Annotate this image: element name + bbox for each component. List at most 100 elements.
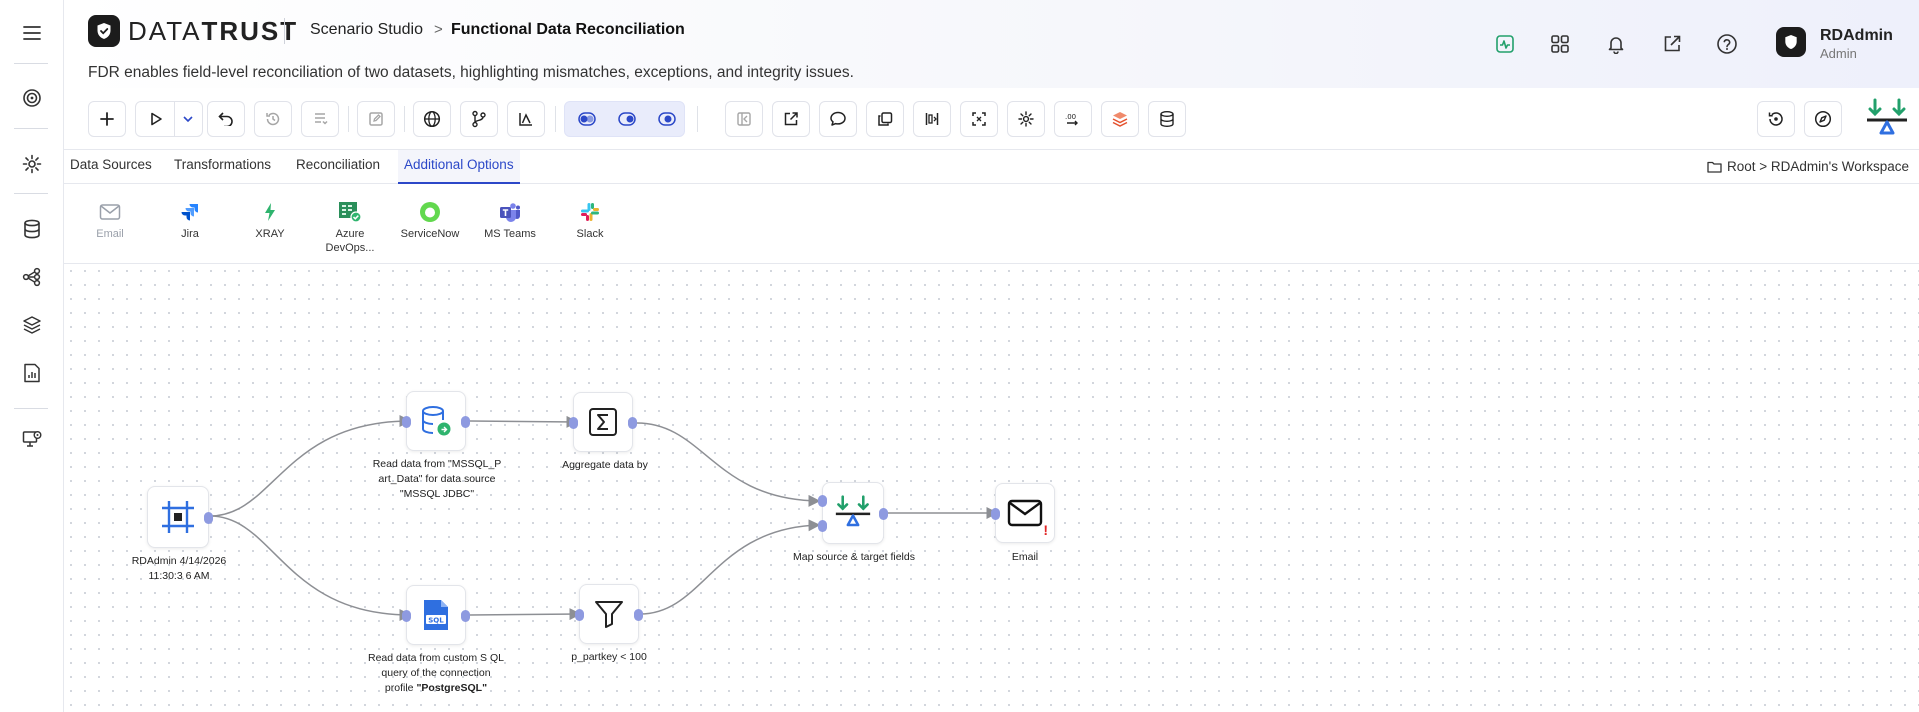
output-port[interactable] — [461, 416, 470, 428]
tab-transformations[interactable]: Transformations — [174, 157, 271, 184]
xray-icon — [258, 200, 282, 224]
tab-additional-options[interactable]: Additional Options — [398, 150, 520, 184]
compass-button[interactable] — [1804, 101, 1842, 137]
user-name[interactable]: RDAdmin — [1820, 27, 1893, 45]
toggle-left-icon[interactable] — [578, 111, 596, 132]
input-port[interactable] — [818, 495, 827, 507]
read-sql-node[interactable]: SQL — [402, 585, 470, 645]
filter-node[interactable] — [575, 584, 643, 644]
globe-button[interactable] — [413, 101, 451, 137]
gear-button[interactable] — [1007, 101, 1045, 137]
database-link-icon — [422, 406, 451, 436]
output-port[interactable] — [204, 512, 213, 524]
email-node-label: Email — [1011, 551, 1039, 563]
input-port[interactable] — [402, 416, 411, 428]
map-fields-node[interactable] — [818, 482, 888, 544]
transform-button[interactable]: .00 — [1054, 101, 1092, 137]
integration-label: MS Teams — [484, 228, 536, 240]
integration-slack[interactable]: Slack — [550, 200, 630, 241]
activity-icon[interactable] — [1491, 30, 1519, 58]
chart-button[interactable] — [507, 101, 545, 137]
menu-icon[interactable] — [16, 17, 48, 49]
help-icon[interactable] — [1713, 30, 1741, 58]
input-port[interactable] — [991, 508, 1000, 520]
toolbar-divider — [555, 106, 556, 132]
export-button[interactable] — [772, 101, 810, 137]
sigma-icon — [589, 408, 617, 436]
integration-email[interactable]: Email — [70, 200, 150, 241]
hierarchy-icon[interactable] — [16, 261, 48, 293]
reconcile-icon — [835, 495, 871, 527]
section-tabs: Data Sources Transformations Reconciliat… — [64, 150, 1919, 184]
database-icon[interactable] — [16, 213, 48, 245]
shield-icon — [88, 15, 120, 47]
integration-xray[interactable]: XRAY — [230, 200, 310, 241]
branch-button[interactable] — [460, 101, 498, 137]
edge-layer — [209, 415, 999, 621]
reconcile-logo-icon[interactable] — [1865, 98, 1909, 140]
database-button[interactable] — [1148, 101, 1186, 137]
target-icon[interactable] — [16, 82, 48, 114]
fit-screen-button[interactable] — [960, 101, 998, 137]
input-port[interactable] — [402, 610, 411, 622]
undo-button[interactable] — [207, 101, 245, 137]
version-history-button[interactable] — [1757, 101, 1795, 137]
integration-azure-devops[interactable]: Azure DevOps... — [310, 200, 390, 255]
user-role: Admin — [1820, 46, 1857, 61]
tab-reconciliation[interactable]: Reconciliation — [296, 157, 380, 184]
apps-grid-icon[interactable] — [1546, 30, 1574, 58]
breadcrumb-parent[interactable]: Scenario Studio — [310, 21, 423, 39]
output-port[interactable] — [461, 610, 470, 622]
rail-divider — [14, 128, 48, 129]
workflow-canvas[interactable]: RDAdmin 4/14/2026 11:30:3 6 AM Read data… — [64, 264, 1919, 712]
format-list-button[interactable] — [301, 101, 339, 137]
report-icon[interactable] — [16, 357, 48, 389]
integration-label: Jira — [181, 228, 199, 240]
app-header: DATATRUST Scenario Studio > Functional D… — [64, 0, 1919, 88]
layers-icon[interactable] — [16, 309, 48, 341]
monitor-icon[interactable] — [16, 423, 48, 455]
integration-jira[interactable]: Jira — [150, 200, 230, 241]
brand-logo[interactable]: DATATRUST — [88, 15, 298, 47]
integration-servicenow[interactable]: ServiceNow — [390, 200, 470, 241]
output-port[interactable] — [879, 508, 888, 520]
avatar[interactable] — [1776, 27, 1806, 57]
rail-divider — [14, 193, 48, 194]
input-port[interactable] — [818, 520, 827, 532]
mail-icon — [1007, 499, 1043, 527]
input-port[interactable] — [575, 609, 584, 621]
external-link-icon[interactable] — [1658, 30, 1686, 58]
chevron-down-icon[interactable] — [182, 114, 194, 124]
azure-devops-icon — [338, 200, 362, 224]
run-button[interactable] — [135, 101, 203, 137]
tab-data-sources[interactable]: Data Sources — [70, 157, 152, 184]
history-button[interactable] — [254, 101, 292, 137]
copy-button[interactable] — [866, 101, 904, 137]
toggle-right-icon[interactable] — [658, 111, 676, 132]
workspace-path[interactable]: Root > RDAdmin's Workspace — [1707, 159, 1909, 174]
input-port[interactable] — [569, 417, 578, 429]
integration-ms-teams[interactable]: MS Teams — [470, 200, 550, 241]
svg-text:.00: .00 — [1065, 113, 1076, 121]
output-port[interactable] — [634, 609, 643, 621]
collapse-button[interactable] — [725, 101, 763, 137]
comment-button[interactable] — [819, 101, 857, 137]
output-port[interactable] — [628, 417, 637, 429]
warning-indicator: ! — [1043, 522, 1048, 538]
add-button[interactable] — [88, 101, 126, 137]
start-node-label: RDAdmin 4/14/2026 11:30:3 6 AM — [131, 555, 227, 582]
read-mssql-node[interactable] — [402, 391, 470, 451]
align-button[interactable] — [913, 101, 951, 137]
sql-file-icon: SQL — [424, 600, 448, 630]
ms-teams-icon — [498, 200, 522, 224]
settings-icon[interactable] — [16, 148, 48, 180]
email-node[interactable]: ! — [991, 483, 1055, 543]
toggle-center-icon[interactable] — [618, 111, 636, 132]
start-node[interactable] — [147, 486, 213, 548]
edit-button[interactable] — [357, 101, 395, 137]
integration-label: Azure DevOps... — [325, 228, 375, 254]
stack-button[interactable] — [1101, 101, 1139, 137]
folder-icon — [1707, 161, 1722, 173]
bell-icon[interactable] — [1602, 30, 1630, 58]
aggregate-node[interactable] — [569, 392, 637, 452]
